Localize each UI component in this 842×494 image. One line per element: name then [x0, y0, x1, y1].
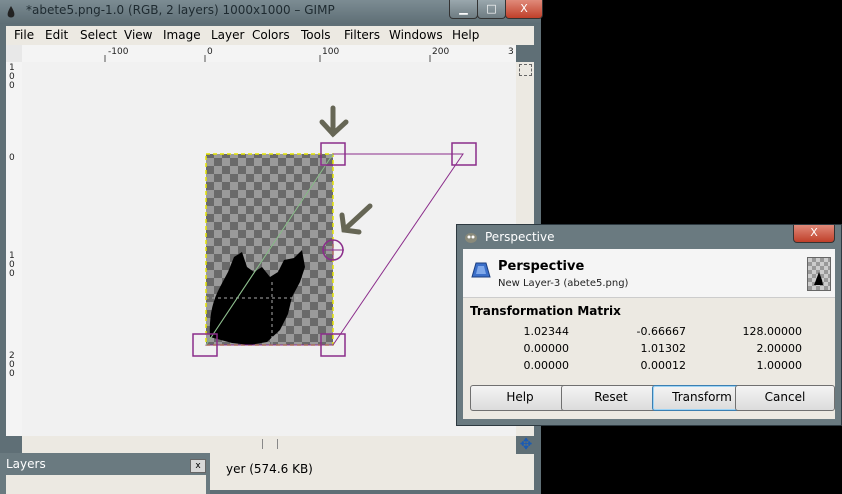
maximize-button[interactable]: □ [477, 0, 506, 19]
ruler-label: 2 0 0 [9, 351, 15, 379]
dialog-title: Perspective [485, 230, 555, 244]
perspective-tool-icon [471, 261, 491, 279]
gimp-icon [6, 5, 16, 19]
matrix-cell: 2.00000 [756, 342, 803, 355]
dialog-title-bar[interactable]: Perspective X [457, 225, 841, 249]
minimize-button[interactable]: ▁ [449, 0, 478, 19]
close-button[interactable]: X [505, 0, 543, 19]
matrix-cell: 1.01302 [640, 342, 687, 355]
dialog-subtitle: New Layer-3 (abete5.png) [498, 278, 629, 289]
vertical-ruler[interactable]: 1 0 0 0 1 0 0 2 0 0 [6, 62, 23, 436]
menu-select[interactable]: Select [80, 28, 117, 42]
scroll-thumb-grip[interactable] [262, 439, 278, 449]
ruler-label: 1 0 0 [9, 63, 15, 91]
menu-file[interactable]: File [14, 28, 34, 42]
menu-filters[interactable]: Filters [344, 28, 380, 42]
horizontal-scrollbar[interactable] [22, 436, 516, 454]
dialog-heading: Perspective [498, 259, 585, 274]
ruler-label: 1 0 0 [9, 251, 15, 279]
menu-image[interactable]: Image [163, 28, 201, 42]
layer-thumbnail [807, 257, 831, 291]
gimp-icon [463, 230, 479, 244]
matrix-cell: 1.00000 [756, 359, 803, 372]
layers-content [6, 475, 206, 494]
close-icon[interactable]: x [190, 459, 206, 473]
reset-button[interactable]: Reset [561, 385, 661, 411]
matrix-cell: 128.00000 [742, 325, 803, 338]
navigate-icon[interactable]: ✥ [518, 436, 534, 452]
window-title: *abete5.png-1.0 (RGB, 2 layers) 1000x100… [26, 3, 335, 17]
matrix-label: Transformation Matrix [470, 304, 621, 318]
perspective-dialog: Perspective X Perspective New Layer-3 (a… [456, 224, 842, 426]
menu-bar: File Edit Select View Image Layer Colors… [6, 26, 534, 45]
cancel-button[interactable]: Cancel [735, 385, 835, 411]
menu-help[interactable]: Help [452, 28, 479, 42]
image-canvas[interactable] [22, 62, 516, 436]
matrix-cell: 0.00012 [640, 359, 687, 372]
title-bar[interactable]: *abete5.png-1.0 (RGB, 2 layers) 1000x100… [0, 0, 543, 24]
ruler-corner[interactable] [6, 45, 22, 62]
help-button[interactable]: Help [470, 385, 570, 411]
ruler-ticks [104, 55, 431, 62]
menu-edit[interactable]: Edit [45, 28, 68, 42]
menu-colors[interactable]: Colors [252, 28, 290, 42]
menu-layer[interactable]: Layer [211, 28, 244, 42]
layers-panel: Layers x [0, 453, 210, 494]
matrix-cell: 0.00000 [523, 342, 570, 355]
dialog-body: Perspective New Layer-3 (abete5.png) Tra… [463, 249, 835, 419]
scroll-thumb[interactable] [519, 64, 532, 76]
menu-view[interactable]: View [124, 28, 152, 42]
dialog-close-button[interactable]: X [793, 225, 835, 243]
menu-tools[interactable]: Tools [301, 28, 331, 42]
dialog-header: Perspective New Layer-3 (abete5.png) [463, 249, 835, 298]
horizontal-ruler[interactable]: -100 0 100 200 3 [22, 45, 516, 63]
matrix-cell: -0.66667 [636, 325, 686, 338]
canvas-drawing [192, 105, 477, 357]
matrix-cell: 1.02344 [523, 325, 570, 338]
arrow-diagonal-icon [339, 203, 373, 235]
ruler-label: 0 [9, 153, 15, 163]
layers-title: Layers [6, 457, 46, 471]
menu-windows[interactable]: Windows [389, 28, 443, 42]
arrow-down-icon [319, 105, 349, 138]
matrix-cell: 0.00000 [523, 359, 570, 372]
status-text: yer (574.6 KB) [226, 462, 313, 476]
